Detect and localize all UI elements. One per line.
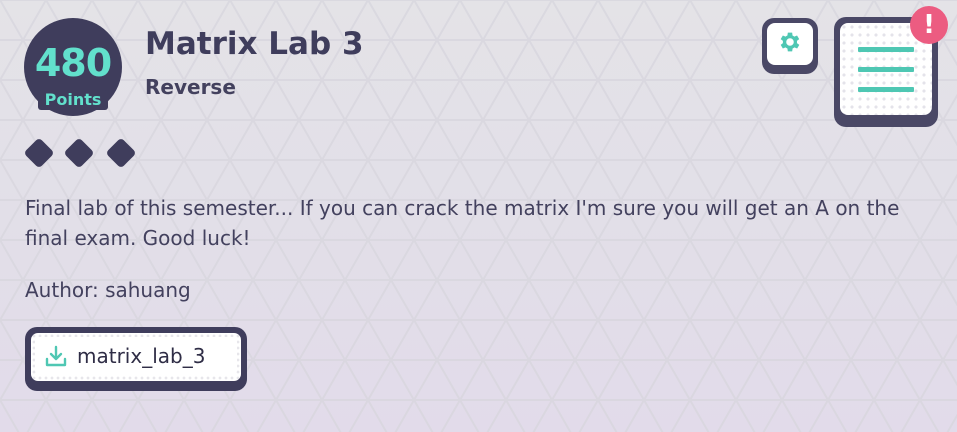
points-badge: 480 Points <box>24 18 122 116</box>
settings-button[interactable] <box>762 18 818 74</box>
download-icon <box>45 345 67 367</box>
settings-button-face <box>767 23 813 65</box>
list-line <box>858 67 914 72</box>
challenge-category: Reverse <box>145 75 236 99</box>
download-button-face: matrix_lab_3 <box>35 337 237 375</box>
challenge-author: Author: sahuang <box>25 278 191 302</box>
exclamation-icon: ! <box>910 6 948 44</box>
list-icon <box>858 47 914 93</box>
challenge-title: Matrix Lab 3 <box>145 26 364 62</box>
difficulty-indicator <box>22 136 142 170</box>
attachment-filename: matrix_lab_3 <box>77 344 206 368</box>
difficulty-diamond-icon <box>23 137 55 169</box>
difficulty-diamond-icon <box>63 137 95 169</box>
list-line <box>858 47 914 52</box>
challenge-description: Final lab of this semester... If you can… <box>25 196 900 250</box>
points-value: 480 <box>34 41 112 85</box>
gear-icon <box>777 29 803 59</box>
download-button-pattern: matrix_lab_3 <box>31 333 241 381</box>
difficulty-diamond-icon <box>105 137 137 169</box>
download-attachment-button[interactable]: matrix_lab_3 <box>25 327 247 391</box>
points-label: Points <box>38 90 108 110</box>
challenge-card: 480 Points Matrix Lab 3 Reverse Final la… <box>0 0 957 432</box>
list-line <box>858 87 914 92</box>
